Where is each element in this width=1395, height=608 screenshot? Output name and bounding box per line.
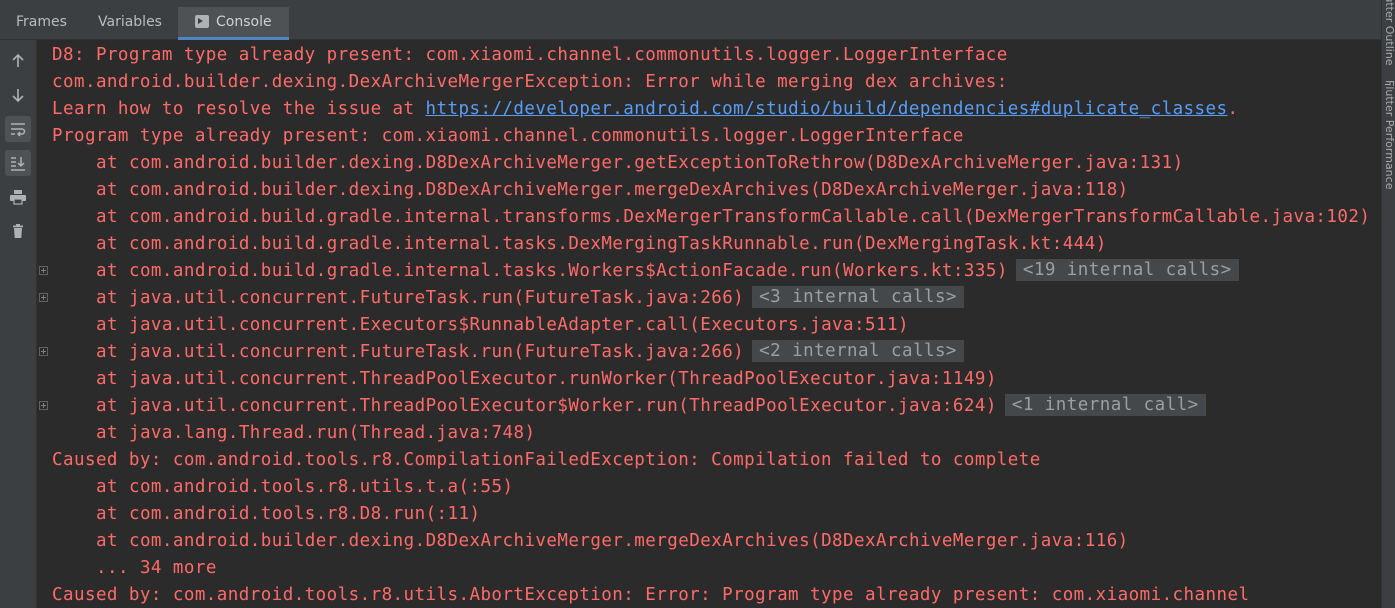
expand-fold-icon[interactable] <box>39 293 48 302</box>
console-line-text: at java.util.concurrent.FutureTask.run(F… <box>96 288 745 308</box>
console-line-text: at java.util.concurrent.Executors$Runnab… <box>96 315 909 335</box>
tab-frames[interactable]: Frames <box>16 7 67 40</box>
debug-console-panel: Frames Variables Console D8: Program typ… <box>0 0 1395 608</box>
console-line: Program type already present: com.xiaomi… <box>52 123 1381 150</box>
expand-fold-icon[interactable] <box>39 347 48 356</box>
console-line-text: at java.util.concurrent.FutureTask.run(F… <box>96 342 745 362</box>
console-line: at java.util.concurrent.FutureTask.run(F… <box>52 339 1381 366</box>
scroll-to-end-icon <box>11 157 25 171</box>
console-line-text: at java.lang.Thread.run(Thread.java:748) <box>96 423 536 443</box>
docs-link[interactable]: https://developer.android.com/studio/bui… <box>426 99 1228 119</box>
console-line: at com.android.build.gradle.internal.tra… <box>52 204 1381 231</box>
console-line-text: at com.android.builder.dexing.D8DexArchi… <box>96 153 1184 173</box>
right-tool-window-strip: Flutter Outline Flutter Performance <box>1381 0 1395 608</box>
clear-all-button[interactable] <box>5 218 31 244</box>
scroll-to-end-button[interactable] <box>5 150 31 176</box>
console-line: at java.lang.Thread.run(Thread.java:748) <box>52 420 1381 447</box>
console-line: Learn how to resolve the issue at https:… <box>52 96 1381 123</box>
console-line: at java.util.concurrent.ThreadPoolExecut… <box>52 366 1381 393</box>
console-line: ... 34 more <box>52 555 1381 582</box>
console-line-text: at java.util.concurrent.ThreadPoolExecut… <box>96 369 997 389</box>
console-line: at java.util.concurrent.ThreadPoolExecut… <box>52 393 1381 420</box>
debug-tab-bar: Frames Variables Console <box>0 0 1381 40</box>
expand-fold-icon[interactable] <box>39 266 48 275</box>
flutter-outline-tab[interactable]: Flutter Outline <box>1383 0 1395 66</box>
console-line: at com.android.tools.r8.D8.run(:11) <box>52 501 1381 528</box>
console-line-text: Caused by: com.android.tools.r8.utils.Ab… <box>52 585 1250 605</box>
console-line: at com.android.builder.dexing.D8DexArchi… <box>52 528 1381 555</box>
console-line: at com.android.build.gradle.internal.tas… <box>52 258 1381 285</box>
fold-gutter <box>37 40 51 608</box>
console-line: at java.util.concurrent.FutureTask.run(F… <box>52 285 1381 312</box>
console-line-text: com.android.builder.dexing.DexArchiveMer… <box>52 72 1008 92</box>
console-line-text: ... 34 more <box>96 558 217 578</box>
up-arrow-button[interactable] <box>5 48 31 74</box>
console-line-text: at com.android.tools.r8.D8.run(:11) <box>96 504 481 524</box>
console-output[interactable]: D8: Program type already present: com.xi… <box>52 42 1381 608</box>
console-line-suffix: . <box>1227 99 1239 119</box>
console-line-text: at com.android.builder.dexing.D8DexArchi… <box>96 531 1129 551</box>
internal-calls-fold[interactable]: <3 internal calls> <box>752 286 964 308</box>
console-line: Caused by: com.android.tools.r8.Compilat… <box>52 447 1381 474</box>
console-line-text: D8: Program type already present: com.xi… <box>52 45 1008 65</box>
print-icon <box>10 190 26 205</box>
tab-console[interactable]: Console <box>178 7 289 40</box>
trash-icon <box>13 224 23 238</box>
console-icon <box>195 15 209 28</box>
soft-wrap-icon <box>11 123 26 137</box>
internal-calls-fold[interactable]: <1 internal call> <box>1004 394 1206 416</box>
console-line-text: at java.util.concurrent.ThreadPoolExecut… <box>96 396 997 416</box>
console-line: at com.android.builder.dexing.D8DexArchi… <box>52 177 1381 204</box>
console-line: com.android.builder.dexing.DexArchiveMer… <box>52 69 1381 96</box>
expand-fold-icon[interactable] <box>39 401 48 410</box>
console-line: D8: Program type already present: com.xi… <box>52 42 1381 69</box>
down-arrow-icon <box>12 89 24 103</box>
tab-variables[interactable]: Variables <box>98 7 162 40</box>
console-line: at com.android.build.gradle.internal.tas… <box>52 231 1381 258</box>
tab-frames-label: Frames <box>16 14 67 30</box>
console-line: at com.android.tools.r8.utils.t.a(:55) <box>52 474 1381 501</box>
console-line-text: Program type already present: com.xiaomi… <box>52 126 964 146</box>
print-button[interactable] <box>5 184 31 210</box>
down-arrow-button[interactable] <box>5 82 31 108</box>
console-line-text: at com.android.build.gradle.internal.tra… <box>96 207 1371 227</box>
console-line-text: Learn how to resolve the issue at <box>52 99 426 119</box>
soft-wrap-button[interactable] <box>5 116 31 142</box>
console-line-text: at com.android.build.gradle.internal.tas… <box>96 234 1107 254</box>
flutter-performance-tab[interactable]: Flutter Performance <box>1383 80 1395 189</box>
up-arrow-icon <box>12 53 24 67</box>
console-line: at com.android.builder.dexing.D8DexArchi… <box>52 150 1381 177</box>
tab-console-label: Console <box>216 14 272 30</box>
console-line-text: Caused by: com.android.tools.r8.Compilat… <box>52 450 1041 470</box>
console-toolbar <box>0 40 37 608</box>
console-line: Caused by: com.android.tools.r8.utils.Ab… <box>52 582 1381 608</box>
console-line-text: at com.android.tools.r8.utils.t.a(:55) <box>96 477 514 497</box>
console-line-text: at com.android.build.gradle.internal.tas… <box>96 261 1008 281</box>
console-line: at java.util.concurrent.Executors$Runnab… <box>52 312 1381 339</box>
console-line-text: at com.android.builder.dexing.D8DexArchi… <box>96 180 1129 200</box>
internal-calls-fold[interactable]: <19 internal calls> <box>1015 259 1239 281</box>
tab-variables-label: Variables <box>98 14 162 30</box>
internal-calls-fold[interactable]: <2 internal calls> <box>752 340 964 362</box>
